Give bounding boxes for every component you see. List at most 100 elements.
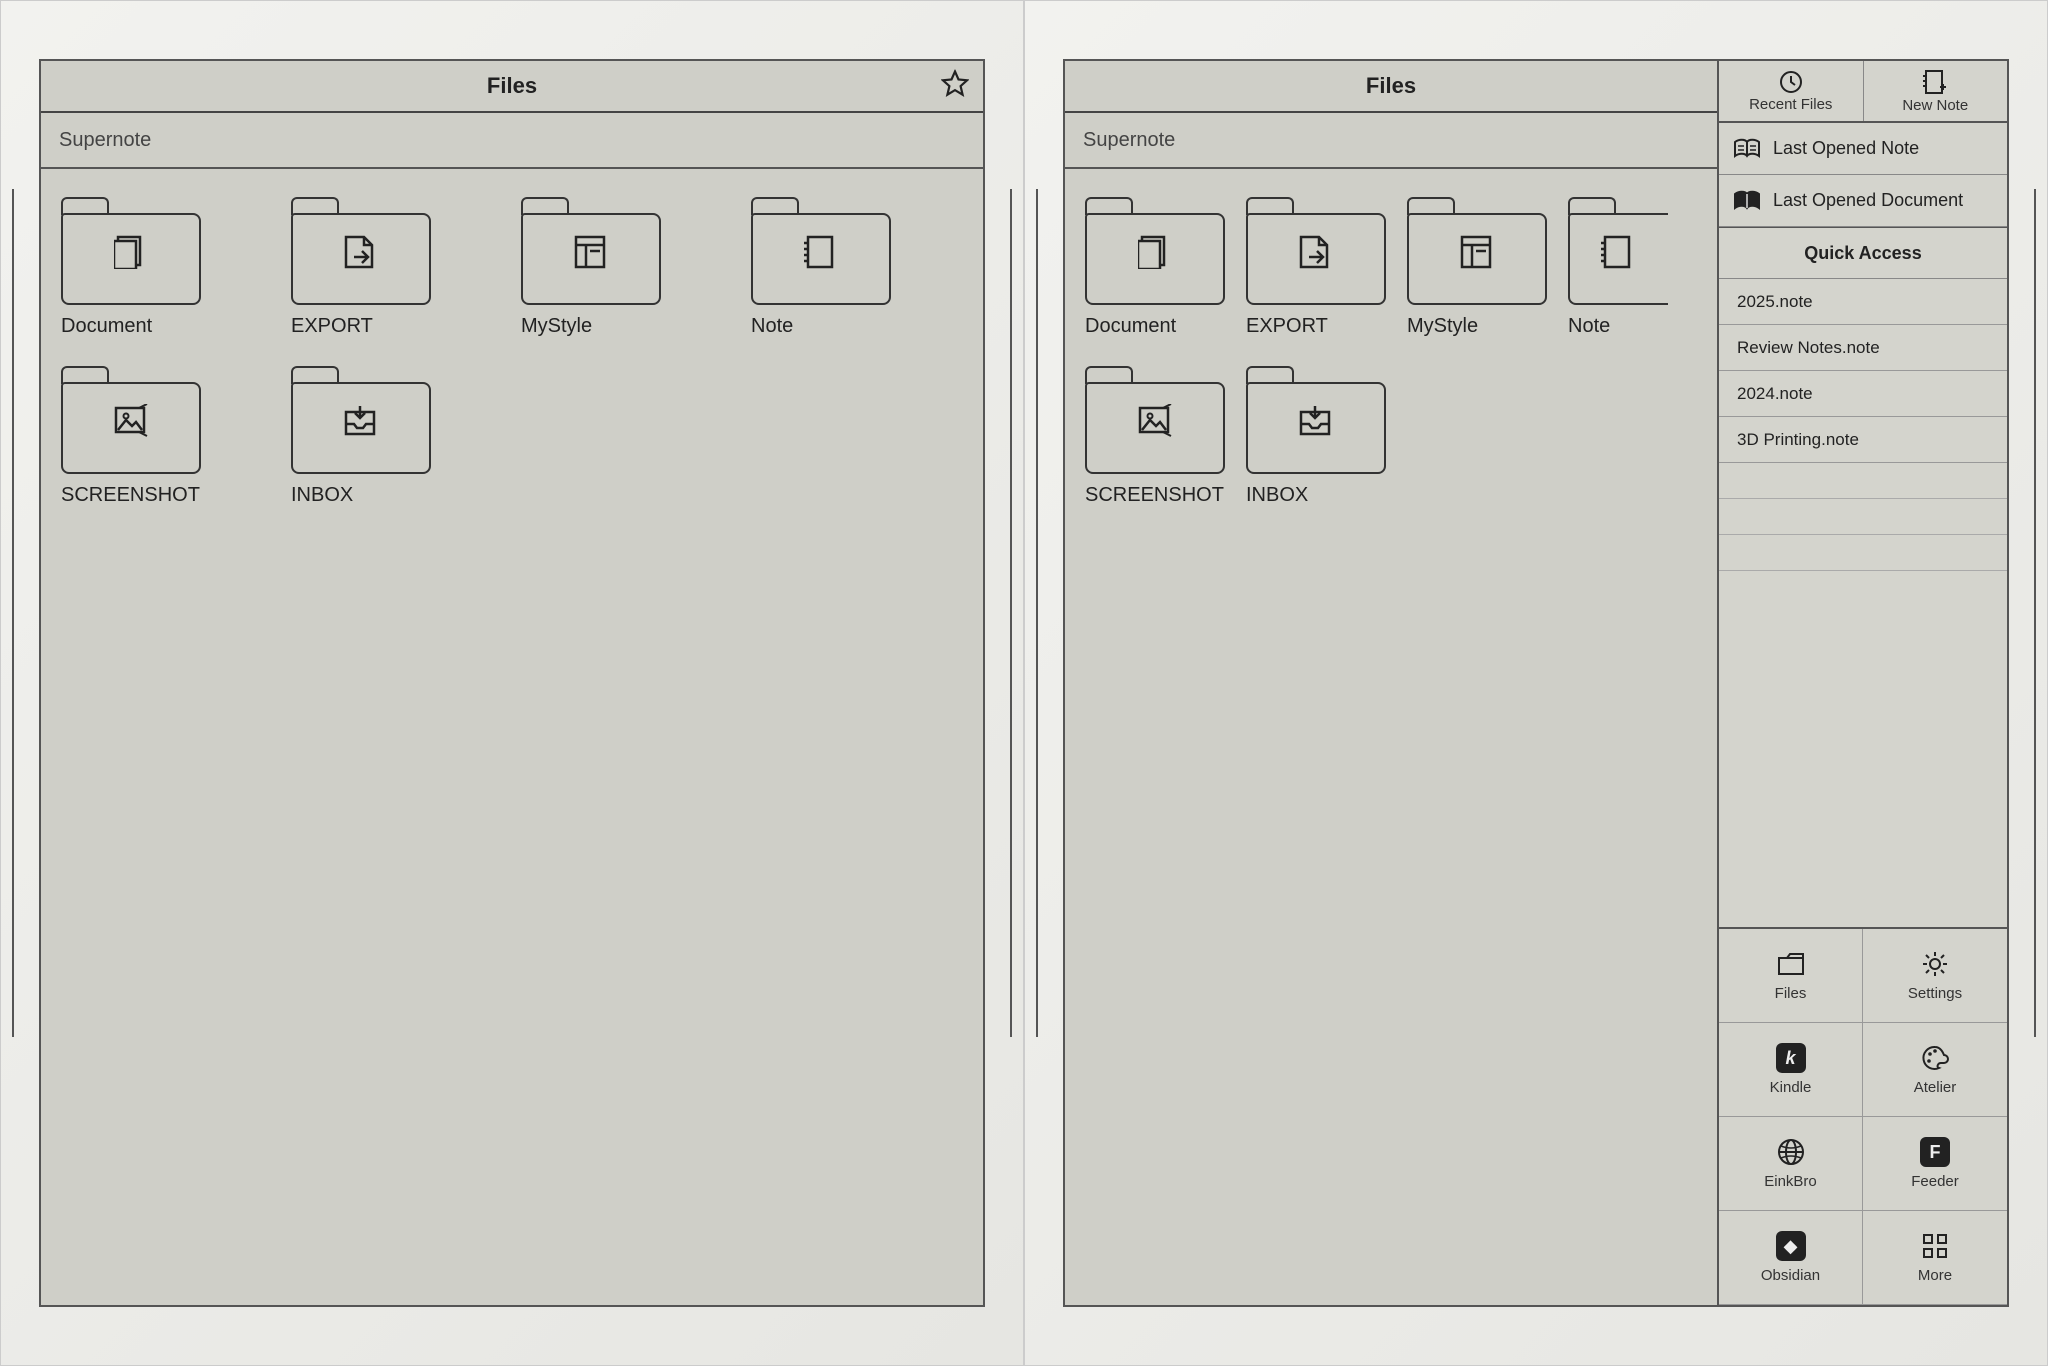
quick-access-item[interactable]: 2025.note (1719, 279, 2007, 325)
folder-export[interactable]: EXPORT (285, 197, 509, 338)
kindle-icon: k (1776, 1043, 1806, 1073)
folder-label: SCREENSHOT (61, 484, 200, 507)
app-launcher-grid: Files Settings k Kindle Atelier EinkBro F … (1719, 927, 2007, 1305)
recent-files-label: Recent Files (1749, 96, 1832, 113)
file-grid: Document EXPORT MyStyle (41, 169, 983, 1305)
style-icon (1460, 235, 1494, 269)
quick-access-empty-slot (1719, 535, 2007, 571)
document-icon (1138, 235, 1172, 269)
new-note-icon (1923, 69, 1947, 95)
app-label: EinkBro (1764, 1173, 1817, 1190)
folder-label: INBOX (291, 484, 353, 507)
app-label: Atelier (1914, 1079, 1957, 1096)
folder-label: Note (1568, 315, 1610, 338)
app-label: Files (1775, 985, 1807, 1002)
folder-icon (291, 197, 431, 305)
favorite-button[interactable] (941, 70, 969, 103)
folder-note[interactable]: Note (745, 197, 969, 338)
folder-icon (1246, 366, 1386, 474)
note-icon (1601, 235, 1635, 269)
app-settings[interactable]: Settings (1863, 929, 2007, 1023)
palette-icon (1920, 1043, 1950, 1073)
screen-left: Files Supernote Document (39, 59, 985, 1307)
quick-access-item[interactable]: 3D Printing.note (1719, 417, 2007, 463)
last-opened-document[interactable]: Last Opened Document (1719, 175, 2007, 227)
style-icon (574, 235, 608, 269)
breadcrumb-root: Supernote (59, 129, 151, 152)
file-grid: Document EXPORT MyStyle (1065, 169, 1717, 1305)
folder-icon (61, 366, 201, 474)
app-files[interactable]: Files (1719, 929, 1863, 1023)
folder-label: SCREENSHOT (1085, 484, 1224, 507)
app-label: Settings (1908, 985, 1962, 1002)
folder-mystyle[interactable]: MyStyle (1401, 197, 1556, 338)
page-title: Files (1065, 73, 1717, 99)
quick-access-item[interactable]: 2024.note (1719, 371, 2007, 417)
folder-icon (291, 366, 431, 474)
folder-icon (1085, 366, 1225, 474)
quick-access-header: Quick Access (1719, 227, 2007, 279)
folder-icon (1407, 197, 1547, 305)
folder-inbox[interactable]: INBOX (285, 366, 509, 507)
folder-icon (1085, 197, 1225, 305)
app-feeder[interactable]: F Feeder (1863, 1117, 2007, 1211)
gear-icon (1920, 949, 1950, 979)
page-title: Files (41, 73, 983, 99)
folder-document[interactable]: Document (55, 197, 279, 338)
new-note-button[interactable]: New Note (1864, 61, 2008, 121)
device-right: Files Supernote Document (1024, 0, 2048, 1366)
folder-label: EXPORT (291, 315, 373, 338)
side-handle-right[interactable] (2034, 189, 2036, 1037)
app-kindle[interactable]: k Kindle (1719, 1023, 1863, 1117)
folder-icon (1776, 949, 1806, 979)
app-atelier[interactable]: Atelier (1863, 1023, 2007, 1117)
app-einkbro[interactable]: EinkBro (1719, 1117, 1863, 1211)
sidebar-panel: Recent Files New Note Last Opened Note (1717, 61, 2007, 1305)
folder-label: MyStyle (521, 315, 592, 338)
export-icon (1299, 235, 1333, 269)
inbox-icon (1299, 404, 1333, 438)
titlebar: Files (41, 61, 983, 113)
device-left: Files Supernote Document (0, 0, 1024, 1366)
quick-access-empty-slot (1719, 463, 2007, 499)
app-label: Obsidian (1761, 1267, 1820, 1284)
folder-icon (751, 197, 891, 305)
document-icon (114, 235, 148, 269)
folder-label: Document (61, 315, 152, 338)
feeder-icon: F (1920, 1137, 1950, 1167)
folder-screenshot[interactable]: SCREENSHOT (1079, 366, 1234, 507)
app-more[interactable]: More (1863, 1211, 2007, 1305)
more-icon (1920, 1231, 1950, 1261)
folder-inbox[interactable]: INBOX (1240, 366, 1395, 507)
folder-screenshot[interactable]: SCREENSHOT (55, 366, 279, 507)
note-icon (804, 235, 838, 269)
titlebar: Files (1065, 61, 1717, 113)
side-handle-right[interactable] (1010, 189, 1012, 1037)
side-handle-left[interactable] (12, 189, 14, 1037)
folder-note[interactable]: Note (1562, 197, 1717, 338)
folder-icon (61, 197, 201, 305)
image-icon (114, 404, 148, 438)
breadcrumb[interactable]: Supernote (1065, 113, 1717, 169)
breadcrumb-root: Supernote (1083, 129, 1175, 152)
app-obsidian[interactable]: ◆ Obsidian (1719, 1211, 1863, 1305)
folder-label: MyStyle (1407, 315, 1478, 338)
clock-icon (1779, 70, 1803, 94)
folder-icon (521, 197, 661, 305)
app-label: Kindle (1770, 1079, 1812, 1096)
side-handle-left[interactable] (1036, 189, 1038, 1037)
recent-files-button[interactable]: Recent Files (1719, 61, 1864, 121)
last-opened-note[interactable]: Last Opened Note (1719, 123, 2007, 175)
quick-access-item[interactable]: Review Notes.note (1719, 325, 2007, 371)
folder-export[interactable]: EXPORT (1240, 197, 1395, 338)
breadcrumb[interactable]: Supernote (41, 113, 983, 169)
book-note-icon (1733, 138, 1761, 160)
folder-label: Document (1085, 315, 1176, 338)
globe-icon (1776, 1137, 1806, 1167)
folder-label: INBOX (1246, 484, 1308, 507)
app-label: Feeder (1911, 1173, 1959, 1190)
folder-document[interactable]: Document (1079, 197, 1234, 338)
new-note-label: New Note (1902, 97, 1968, 114)
quick-access-empty-slot (1719, 499, 2007, 535)
folder-mystyle[interactable]: MyStyle (515, 197, 739, 338)
